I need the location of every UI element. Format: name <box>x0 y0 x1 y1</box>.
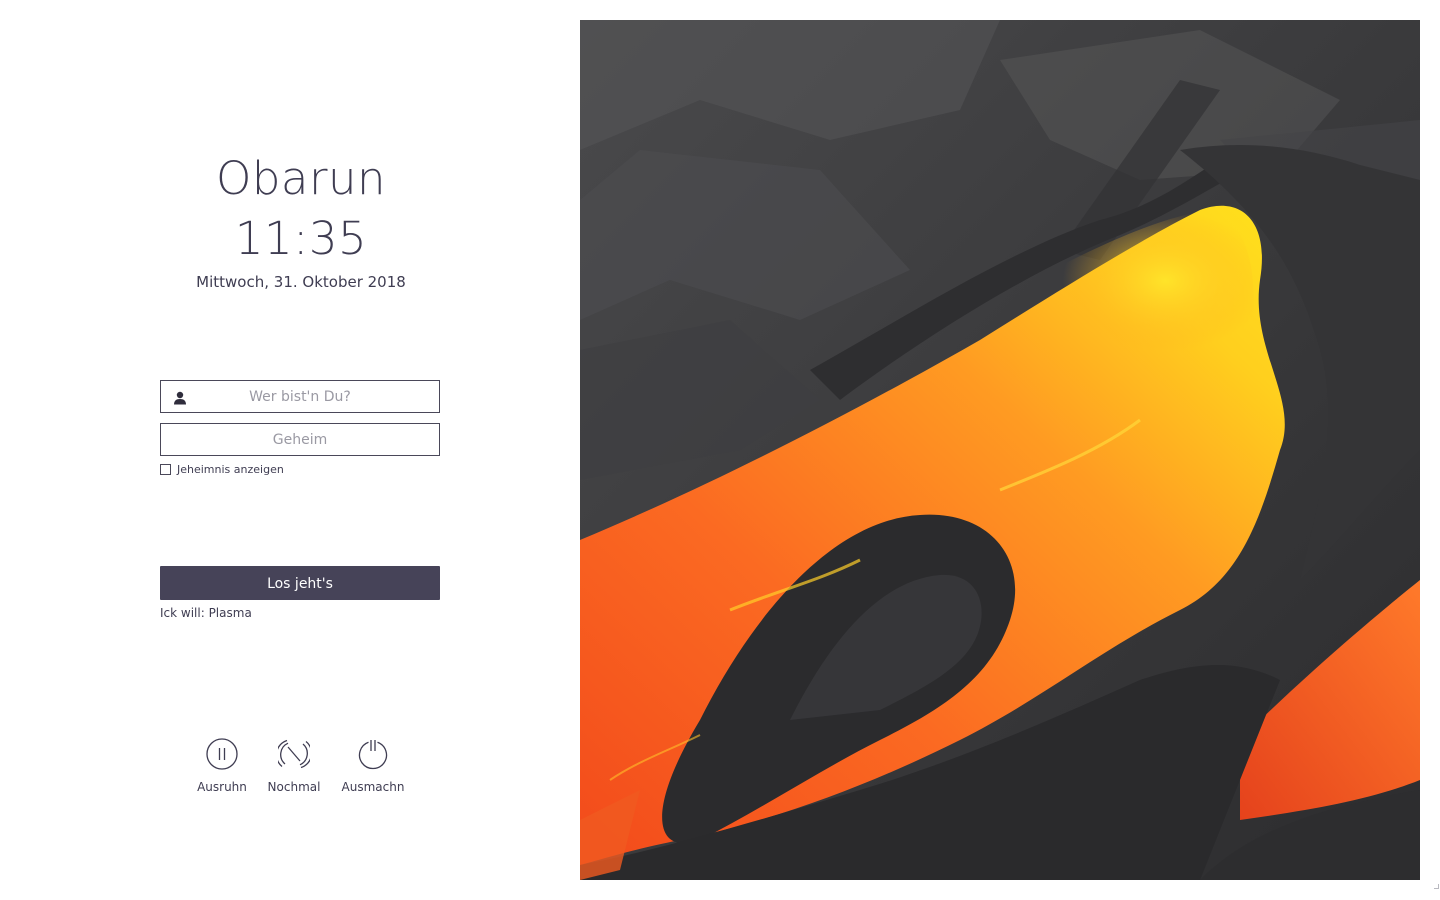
restart-icon <box>275 738 313 770</box>
clock: 11:35 <box>234 212 368 265</box>
shutdown-button[interactable]: Ausmachn <box>333 738 413 794</box>
login-button[interactable]: Los jeht's <box>160 566 440 600</box>
hostname-title: Obarun <box>215 152 387 205</box>
password-input[interactable] <box>161 424 439 455</box>
username-field <box>160 380 440 413</box>
show-password-checkbox[interactable] <box>160 464 171 475</box>
suspend-label: Ausruhn <box>197 780 247 794</box>
reboot-label: Nochmal <box>267 780 321 794</box>
show-password-toggle[interactable]: Jeheimnis anzeigen <box>160 463 284 476</box>
date-label: Mittwoch, 31. Oktober 2018 <box>196 273 406 291</box>
login-screen: Obarun 11:35 Mittwoch, 31. Oktober 2018 … <box>0 0 1440 900</box>
show-password-label: Jeheimnis anzeigen <box>177 463 284 476</box>
reboot-button[interactable]: Nochmal <box>254 738 334 794</box>
lava-wallpaper <box>580 20 1420 880</box>
resize-corner-icon <box>1434 884 1439 889</box>
session-selector[interactable]: Ick will: Plasma <box>160 606 252 620</box>
power-icon <box>357 738 389 770</box>
pause-icon <box>206 738 238 770</box>
shutdown-label: Ausmachn <box>341 780 405 794</box>
password-field <box>160 423 440 456</box>
login-panel: Obarun 11:35 Mittwoch, 31. Oktober 2018 … <box>0 0 580 900</box>
suspend-button[interactable]: Ausruhn <box>182 738 262 794</box>
username-input[interactable] <box>161 381 439 412</box>
